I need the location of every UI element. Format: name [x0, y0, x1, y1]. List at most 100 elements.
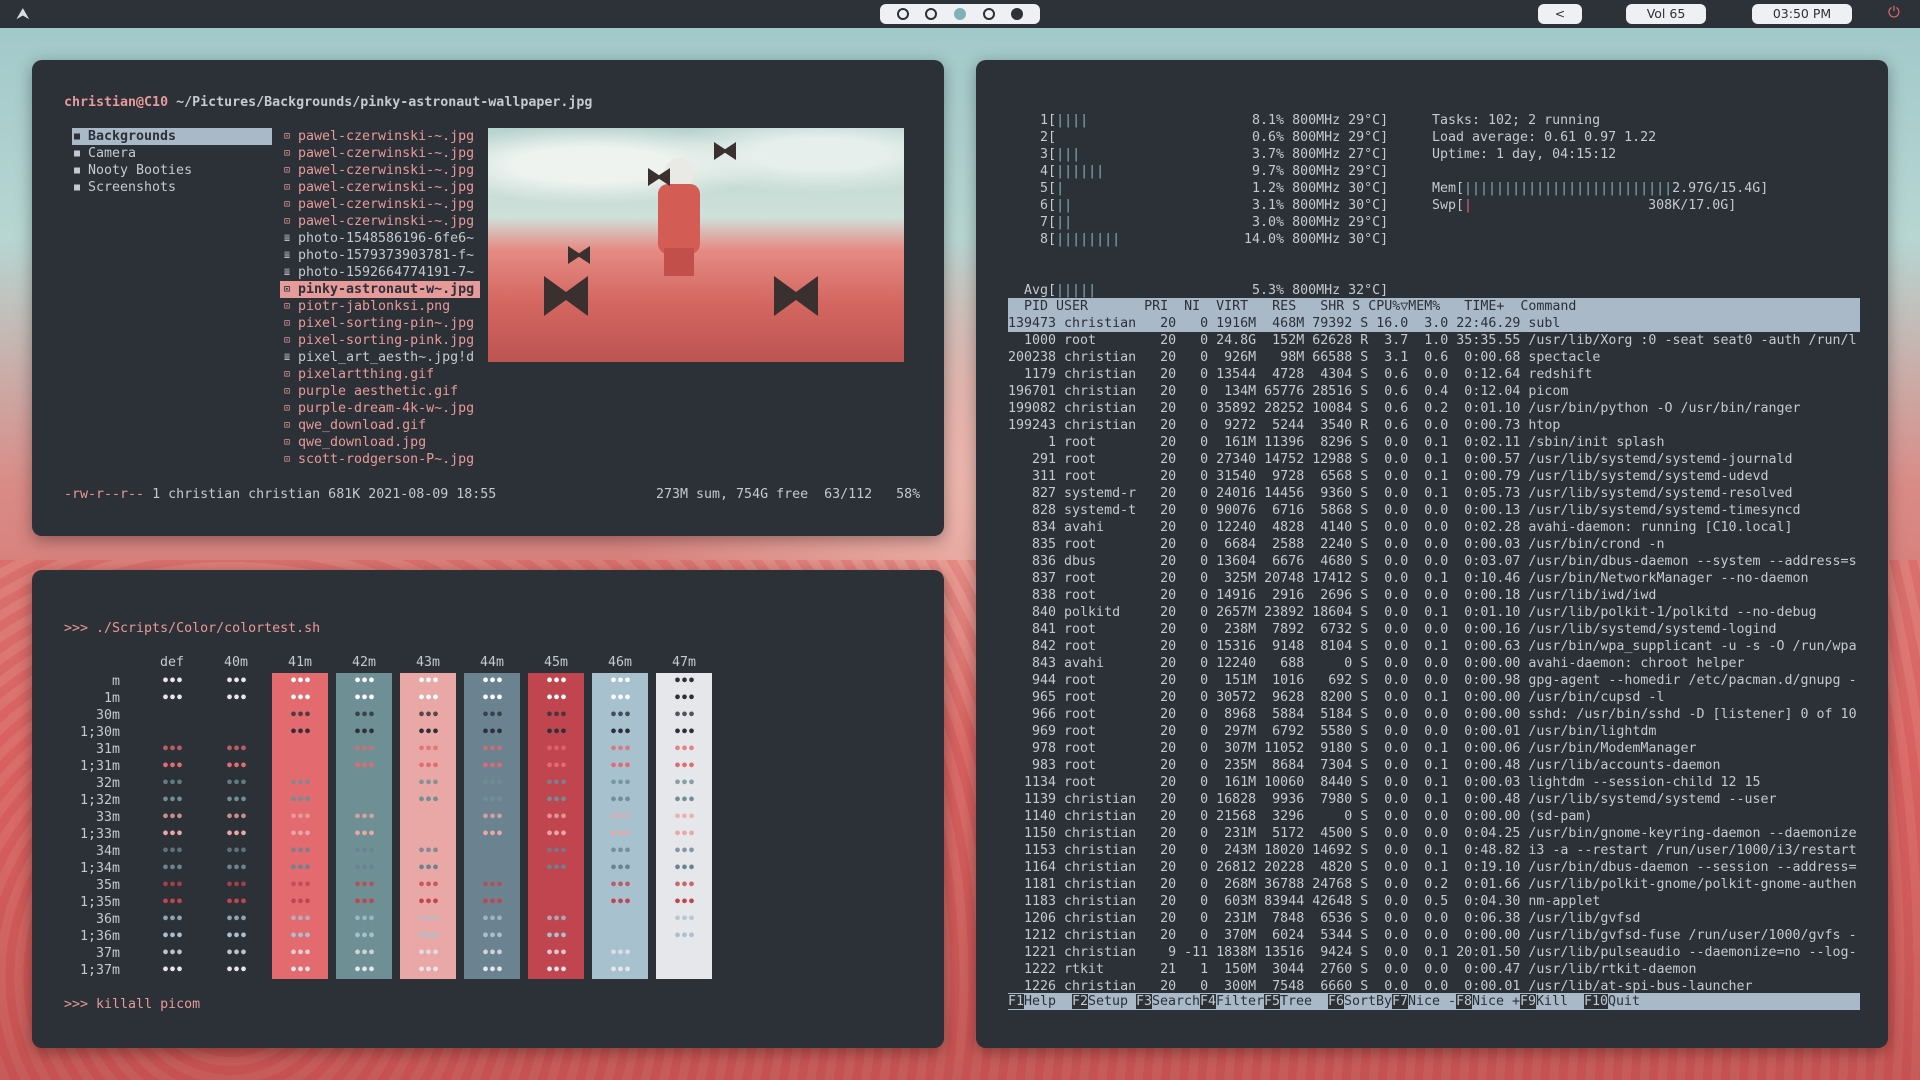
file-item[interactable]: ⊡ qwe_download.jpg — [280, 434, 480, 451]
color-sample: ••• — [609, 742, 631, 757]
fkey-f3[interactable]: F3Search — [1136, 993, 1200, 1010]
process-row[interactable]: 196701 christian 20 0 134M 65776 28516 S… — [1008, 383, 1860, 400]
process-row[interactable]: 944 root 20 0 151M 1016 692 S 0.0 0.0 0:… — [1008, 672, 1860, 689]
process-row[interactable]: 835 root 20 0 6684 2588 2240 S 0.0 0.0 0… — [1008, 536, 1860, 553]
fkey-f6[interactable]: F6SortBy — [1328, 993, 1392, 1010]
color-sample: ••• — [481, 844, 503, 859]
arch-logo-icon[interactable]: ⮝ — [16, 4, 30, 24]
file-item[interactable]: ≣ photo-1592664774191-7~ — [280, 264, 480, 281]
process-row[interactable]: 1222 rtkit 21 1 150M 3044 2760 S 0.0 0.0… — [1008, 961, 1860, 978]
fkey-f7[interactable]: F7Nice - — [1392, 993, 1456, 1010]
file-item[interactable]: ≣ pixel_art_aesth~.jpg!d — [280, 349, 480, 366]
process-row[interactable]: 1153 christian 20 0 243M 18020 14692 S 0… — [1008, 842, 1860, 859]
file-item[interactable]: ⊡ pixel-sorting-pink.jpg — [280, 332, 480, 349]
process-row[interactable]: 1206 christian 20 0 231M 7848 6536 S 0.0… — [1008, 910, 1860, 927]
file-item[interactable]: ⊡ pawel-czerwinski-~.jpg — [280, 128, 480, 145]
file-item[interactable]: ⊡ pawel-czerwinski-~.jpg — [280, 179, 480, 196]
ranger-terminal[interactable]: christian@C10 ~/Pictures/Backgrounds/pin… — [32, 60, 944, 536]
file-item[interactable]: ⊡ pawel-czerwinski-~.jpg — [280, 196, 480, 213]
fkey-f2[interactable]: F2Setup — [1072, 993, 1136, 1010]
dir-item[interactable]: ■ Nooty Booties — [72, 162, 272, 179]
process-row[interactable]: 969 root 20 0 297M 6792 5580 S 0.0 0.0 0… — [1008, 723, 1860, 740]
dir-item[interactable]: ■ Camera — [72, 145, 272, 162]
file-item[interactable]: ⊡ pawel-czerwinski-~.jpg — [280, 213, 480, 230]
process-row[interactable]: 311 root 20 0 31540 9728 6568 S 0.0 0.1 … — [1008, 468, 1860, 485]
process-row[interactable]: 1 root 20 0 161M 11396 8296 S 0.0 0.1 0:… — [1008, 434, 1860, 451]
process-row[interactable]: 840 polkitd 20 0 2657M 23892 18604 S 0.0… — [1008, 604, 1860, 621]
fkey-f5[interactable]: F5Tree — [1264, 993, 1328, 1010]
process-table-header[interactable]: PID USER PRI NI VIRT RES SHR S CPU%▽MEM%… — [1008, 298, 1860, 315]
workspace-1[interactable] — [896, 8, 909, 20]
file-item[interactable]: ⊡ pixel-sorting-pin~.jpg — [280, 315, 480, 332]
back-button[interactable]: < — [1538, 4, 1582, 24]
process-row[interactable]: 199243 christian 20 0 9272 5244 3540 R 0… — [1008, 417, 1860, 434]
fkey-f9[interactable]: F9Kill — [1520, 993, 1584, 1010]
process-row[interactable]: 838 root 20 0 14916 2916 2696 S 0.0 0.0 … — [1008, 587, 1860, 604]
process-row[interactable]: 1134 root 20 0 161M 10060 8440 S 0.0 0.1… — [1008, 774, 1860, 791]
process-row[interactable]: 978 root 20 0 307M 11052 9180 S 0.0 0.1 … — [1008, 740, 1860, 757]
process-row[interactable]: 1181 christian 20 0 268M 36788 24768 S 0… — [1008, 876, 1860, 893]
process-row[interactable]: 1179 christian 20 0 13544 4728 4304 S 0.… — [1008, 366, 1860, 383]
workspace-4[interactable] — [982, 8, 995, 20]
dir-item[interactable]: ■ Screenshots — [72, 179, 272, 196]
process-row[interactable]: 1150 christian 20 0 231M 5172 4500 S 0.0… — [1008, 825, 1860, 842]
file-item[interactable]: ⊡ pawel-czerwinski-~.jpg — [280, 145, 480, 162]
process-row[interactable]: 1164 christian 20 0 26812 20228 4820 S 0… — [1008, 859, 1860, 876]
prompt-line[interactable]: >>> killall picom — [64, 996, 200, 1013]
file-item[interactable]: ≣ photo-1579373903781-f~ — [280, 247, 480, 264]
process-row[interactable]: 1140 christian 20 0 21568 3296 0 S 0.0 0… — [1008, 808, 1860, 825]
color-sample: ••• — [481, 810, 503, 825]
process-row[interactable]: 966 root 20 0 8968 5884 5184 S 0.0 0.0 0… — [1008, 706, 1860, 723]
image-file-icon: ⊡ — [284, 165, 291, 176]
process-row[interactable]: 200238 christian 20 0 926M 98M 66588 S 3… — [1008, 349, 1860, 366]
file-item[interactable]: ⊡ piotr-jablonksi.png — [280, 298, 480, 315]
color-sample: ••• — [353, 742, 375, 757]
process-row[interactable]: 836 dbus 20 0 13604 6676 4680 S 0.0 0.0 … — [1008, 553, 1860, 570]
process-row[interactable]: 1139 christian 20 0 16828 9936 7980 S 0.… — [1008, 791, 1860, 808]
file-item[interactable]: ⊡ purple aesthetic.gif — [280, 383, 480, 400]
dir-item[interactable]: ■ Backgrounds — [72, 128, 272, 145]
process-row[interactable]: 1183 christian 20 0 603M 83944 42648 S 0… — [1008, 893, 1860, 910]
power-icon[interactable]: ⏻ — [1888, 3, 1900, 21]
volume-indicator[interactable]: Vol 65 — [1626, 4, 1706, 24]
htop-terminal[interactable]: 1[|||| 8.1% 800MHz 29°C] 2[0.6% 800MHz 29… — [976, 60, 1888, 1048]
process-row[interactable]: 1221 christian 9 -11 1838M 13516 9424 S … — [1008, 944, 1860, 961]
file-item[interactable]: ⊡ qwe_download.gif — [280, 417, 480, 434]
file-item[interactable]: ⊡ pawel-czerwinski-~.jpg — [280, 162, 480, 179]
process-row[interactable]: 983 root 20 0 235M 8684 7304 S 0.0 0.1 0… — [1008, 757, 1860, 774]
file-item[interactable]: ⊡ pixelartthing.gif — [280, 366, 480, 383]
process-row[interactable]: 199082 christian 20 0 35892 28252 10084 … — [1008, 400, 1860, 417]
workspace-3[interactable] — [953, 8, 966, 20]
fkey-f1[interactable]: F1Help — [1008, 993, 1072, 1010]
workspace-2[interactable] — [925, 8, 938, 20]
process-row[interactable]: 828 systemd-t 20 0 90076 6716 5868 S 0.0… — [1008, 502, 1860, 519]
color-sample: ••• — [481, 963, 503, 978]
file-item[interactable]: ⊡ scott-rodgerson-P~.jpg — [280, 451, 480, 468]
image-file-icon: ⊡ — [284, 369, 291, 380]
color-sample: ••• — [353, 793, 375, 808]
fkey-f4[interactable]: F4Filter — [1200, 993, 1264, 1010]
file-item[interactable]: ⊡ purple-dream-4k-w~.jpg — [280, 400, 480, 417]
process-row[interactable]: 965 root 20 0 30572 9628 8200 S 0.0 0.1 … — [1008, 689, 1860, 706]
file-item[interactable]: ≣ photo-1548586196-6fe6~ — [280, 230, 480, 247]
file-item[interactable]: ⊡ pinky-astronaut-w~.jpg — [280, 281, 480, 298]
process-row[interactable]: 1212 christian 20 0 370M 6024 5344 S 0.0… — [1008, 927, 1860, 944]
process-row[interactable]: 842 root 20 0 15316 9148 8104 S 0.0 0.1 … — [1008, 638, 1860, 655]
colortest-terminal[interactable]: >>> ./Scripts/Color/colortest.sh def 40m 4… — [32, 570, 944, 1048]
workspace-5[interactable] — [1011, 8, 1024, 20]
image-file-icon: ⊡ — [284, 131, 291, 142]
process-row[interactable]: 291 root 20 0 27340 14752 12988 S 0.0 0.… — [1008, 451, 1860, 468]
process-row[interactable]: 841 root 20 0 238M 7892 6732 S 0.0 0.0 0… — [1008, 621, 1860, 638]
color-sample: ••• — [481, 725, 503, 740]
process-row[interactable]: 843 avahi 20 0 12240 688 0 S 0.0 0.0 0:0… — [1008, 655, 1860, 672]
fkey-f10[interactable]: F10Quit — [1584, 993, 1640, 1010]
process-row[interactable]: 837 root 20 0 325M 20748 17412 S 0.0 0.1… — [1008, 570, 1860, 587]
color-sample: ••• — [609, 895, 631, 910]
fkey-f8[interactable]: F8Nice + — [1456, 993, 1520, 1010]
process-row[interactable]: 139473 christian 20 0 1916M 468M 79392 S… — [1008, 315, 1860, 332]
process-row[interactable]: 827 systemd-r 20 0 24016 14456 9360 S 0.… — [1008, 485, 1860, 502]
process-row[interactable]: 1000 root 20 0 24.8G 152M 62628 R 3.7 1.… — [1008, 332, 1860, 349]
color-row-label: 34m — [95, 844, 120, 859]
color-row-label: 1;33m — [79, 827, 120, 842]
process-row[interactable]: 834 avahi 20 0 12240 4828 4140 S 0.0 0.0… — [1008, 519, 1860, 536]
